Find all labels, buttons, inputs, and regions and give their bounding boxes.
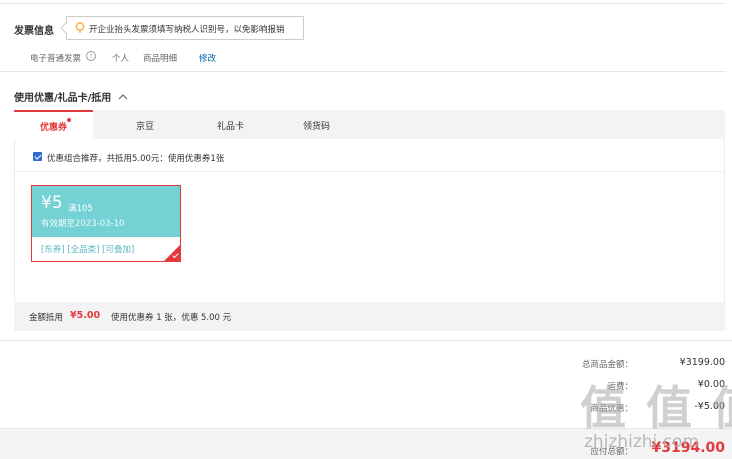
tab-gift-card[interactable]: 礼品卡: [217, 119, 244, 132]
chevron-up-icon: [118, 94, 128, 100]
invoice-tip: 开企业抬头发票须填写纳税人识别号，以免影响报销: [60, 16, 304, 40]
tab-coupons[interactable]: 优惠券: [14, 110, 93, 139]
invoice-edit-link[interactable]: 修改: [199, 52, 216, 64]
items-total-value: ¥3199.00: [679, 357, 725, 368]
coupon-card[interactable]: ¥5 满105 有效期至2023-03-10 [东券] [全品类] [可叠加]: [31, 185, 181, 262]
recommend-text: 优惠组合推荐，共抵用5.00元：使用优惠券1张: [47, 154, 225, 164]
invoice-type: 电子普通发票: [30, 54, 82, 64]
info-icon[interactable]: !: [86, 51, 96, 61]
invoice-content: 商品明细: [143, 54, 178, 64]
summary-amount: ¥5.00: [70, 310, 101, 321]
invoice-holder: 个人: [112, 54, 130, 64]
coupon-expiry: 有效期至2023-03-10: [41, 219, 125, 229]
invoice-section-title: 发票信息: [14, 26, 54, 37]
coupon-card-header: ¥5 满105 有效期至2023-03-10: [32, 186, 180, 237]
items-total-label: 总商品金额：: [581, 360, 633, 370]
discount-tabs: 优惠券 京豆 礼品卡 领货码: [14, 110, 725, 139]
new-badge-dot: [67, 118, 71, 122]
summary-label: 金额抵用: [29, 313, 64, 323]
tab-redeem-code[interactable]: 领货码: [303, 119, 330, 132]
coupon-amount: ¥5: [41, 193, 63, 213]
discount-section-title[interactable]: 使用优惠/礼品卡/抵用: [14, 89, 128, 104]
coupon-tags: [东券] [全品类] [可叠加]: [41, 245, 135, 255]
discount-summary-bar: 金额抵用 ¥5.00 使用优惠券 1 张，优惠 5.00 元: [14, 302, 725, 331]
lightbulb-icon: [75, 22, 85, 33]
tab-jingdou[interactable]: 京豆: [136, 119, 154, 132]
watermark-logo: 值 值 值: [580, 381, 732, 435]
recommend-divider: [15, 171, 724, 172]
top-divider: [0, 3, 726, 4]
invoice-divider: [0, 71, 726, 72]
coupon-condition: 满105: [68, 204, 93, 214]
discount-divider: [0, 340, 732, 341]
recommend-checkbox[interactable]: [33, 152, 42, 161]
watermark-url: zhizhizhi.com: [584, 432, 699, 452]
summary-detail: 使用优惠券 1 张，优惠 5.00 元: [111, 313, 232, 323]
invoice-tip-text: 开企业抬头发票须填写纳税人识别号，以免影响报销: [89, 25, 285, 35]
